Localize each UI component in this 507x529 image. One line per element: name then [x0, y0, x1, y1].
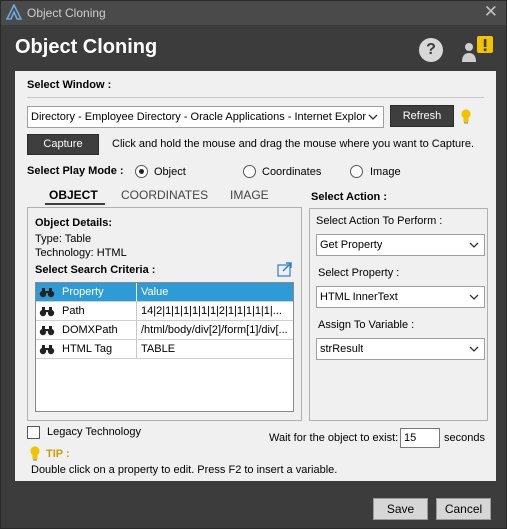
- action-perform-value: Get Property: [320, 239, 383, 251]
- legacy-technology-checkbox[interactable]: [27, 426, 40, 439]
- help-icon[interactable]: ?: [419, 38, 443, 62]
- chevron-down-icon: [368, 114, 378, 120]
- select-property-label: Select Property :: [318, 267, 400, 279]
- column-divider: [136, 321, 137, 339]
- title-bar: Object Cloning ✕: [1, 1, 506, 25]
- row-property: DOMXPath: [62, 324, 118, 336]
- lightbulb-icon: [30, 446, 40, 461]
- tip-label: TIP :: [46, 448, 70, 460]
- chevron-down-icon: [469, 242, 479, 248]
- radio-object-label: Object: [154, 166, 186, 178]
- dialog-header: Object Cloning ?: [1, 25, 506, 71]
- search-criteria-grid[interactable]: Property Value Path 14|2|1|1|1|1|1|1|2|1…: [35, 282, 294, 412]
- column-header-value: Value: [141, 286, 169, 298]
- object-details-heading: Object Details:: [35, 217, 113, 229]
- window-select-value: Directory - Employee Directory - Oracle …: [31, 111, 366, 123]
- select-action-label: Select Action :: [311, 191, 387, 203]
- play-mode-label: Select Play Mode :: [27, 165, 124, 177]
- column-divider: [136, 283, 137, 301]
- window-title: Object Cloning: [27, 6, 106, 20]
- object-details-panel: Object Details: Type: Table Technology: …: [27, 207, 302, 421]
- property-select-value: HTML InnerText: [320, 291, 398, 303]
- row-property: Path: [62, 305, 85, 317]
- wait-seconds-input[interactable]: 15: [400, 428, 440, 448]
- action-panel: Select Action To Perform : Get Property …: [309, 208, 488, 421]
- save-button[interactable]: Save: [373, 498, 428, 520]
- wait-label: Wait for the object to exist:: [269, 432, 399, 444]
- legacy-technology-label: Legacy Technology: [47, 426, 141, 438]
- capture-button[interactable]: Capture: [27, 134, 99, 155]
- table-row[interactable]: DOMXPath /html/body/div[2]/form[1]/div[.…: [36, 321, 293, 340]
- refresh-button[interactable]: Refresh: [390, 105, 454, 127]
- column-divider: [136, 302, 137, 320]
- divider: [27, 97, 484, 98]
- wait-seconds-value: 15: [404, 432, 417, 444]
- tab-coordinates[interactable]: COORDINATES: [121, 188, 208, 202]
- row-value: 14|2|1|1|1|1|1|1|2|1|1|1|1|1|...: [141, 305, 282, 317]
- binoculars-icon: [39, 345, 55, 355]
- assign-variable-label: Assign To Variable :: [318, 319, 415, 331]
- variable-select[interactable]: strResult: [316, 338, 485, 360]
- property-select[interactable]: HTML InnerText: [316, 286, 485, 308]
- radio-image-label: Image: [370, 166, 401, 178]
- chevron-down-icon: [469, 294, 479, 300]
- active-tab-indicator: [45, 203, 105, 205]
- export-icon[interactable]: [277, 262, 293, 277]
- main-panel: Select Window : Directory - Employee Dir…: [15, 71, 496, 481]
- object-technology: Technology: HTML: [35, 247, 127, 259]
- radio-coordinates[interactable]: [243, 165, 256, 178]
- action-perform-label: Select Action To Perform :: [316, 215, 443, 227]
- row-property: HTML Tag: [62, 343, 113, 355]
- lightbulb-icon: [461, 109, 471, 124]
- close-icon[interactable]: ✕: [484, 3, 498, 21]
- action-perform-select[interactable]: Get Property: [316, 234, 485, 256]
- row-value: TABLE: [141, 343, 176, 355]
- radio-coordinates-label: Coordinates: [262, 166, 322, 178]
- radio-object[interactable]: [135, 165, 148, 178]
- tab-object[interactable]: OBJECT: [49, 188, 98, 202]
- cancel-button[interactable]: Cancel: [436, 498, 491, 520]
- row-value: /html/body/div[2]/form[1]/div[...: [141, 324, 288, 336]
- binoculars-icon: [39, 307, 55, 317]
- capture-hint: Click and hold the mouse and drag the mo…: [112, 138, 474, 150]
- object-cloning-window: Object Cloning ✕ Object Cloning ? Select…: [0, 0, 507, 529]
- select-window-label: Select Window :: [27, 79, 112, 91]
- dialog-title: Object Cloning: [15, 36, 158, 58]
- search-criteria-label: Select Search Criteria :: [35, 264, 156, 276]
- chevron-down-icon: [469, 346, 479, 352]
- grid-header-row: Property Value: [36, 283, 293, 302]
- window-select[interactable]: Directory - Employee Directory - Oracle …: [27, 106, 384, 128]
- binoculars-icon: [39, 288, 55, 298]
- tab-image[interactable]: IMAGE: [230, 188, 269, 202]
- variable-select-value: strResult: [320, 343, 364, 355]
- app-logo-icon: [6, 4, 22, 20]
- table-row[interactable]: HTML Tag TABLE: [36, 340, 293, 359]
- column-divider: [136, 340, 137, 358]
- object-type: Type: Table: [35, 233, 92, 245]
- radio-image[interactable]: [350, 165, 363, 178]
- wait-unit-label: seconds: [444, 432, 485, 444]
- user-alert-icon[interactable]: [459, 35, 495, 65]
- binoculars-icon: [39, 326, 55, 336]
- column-header-property: Property: [62, 286, 104, 298]
- table-row[interactable]: Path 14|2|1|1|1|1|1|1|2|1|1|1|1|1|...: [36, 302, 293, 321]
- tip-text: Double click on a property to edit. Pres…: [31, 464, 338, 476]
